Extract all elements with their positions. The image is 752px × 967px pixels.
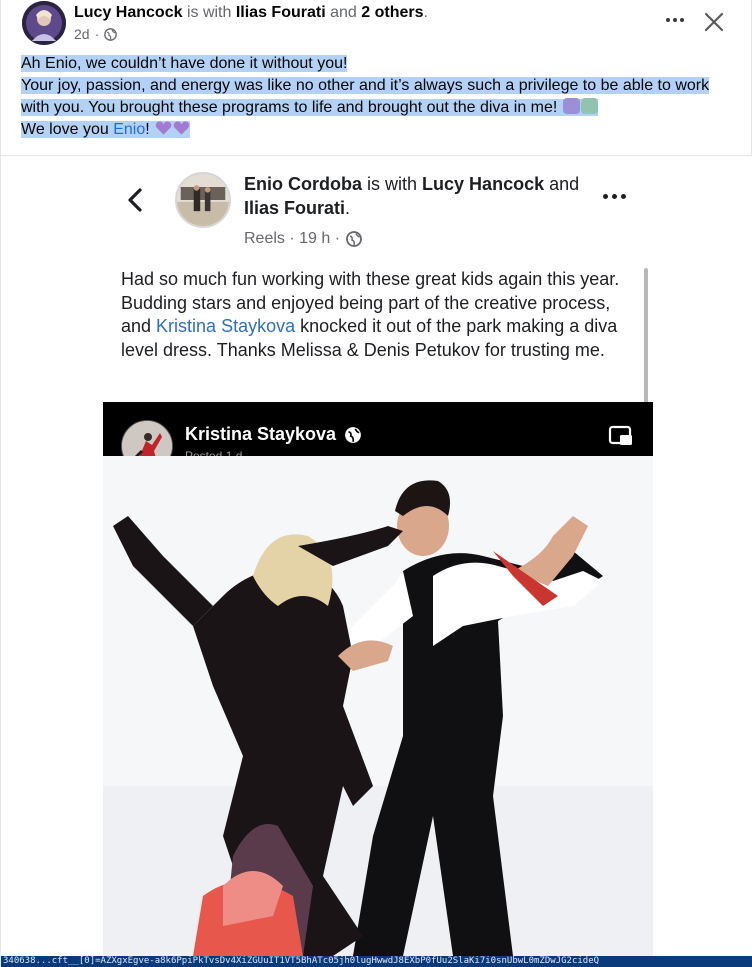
mention-enio[interactable]: Enio: [113, 121, 145, 138]
emoji-smile-icon: [580, 98, 598, 114]
close-icon[interactable]: [701, 9, 727, 35]
video-subtitle: Posted 1 d: [185, 449, 243, 456]
embed-tagged-user-2[interactable]: Ilias Fourati: [244, 198, 345, 218]
author-name[interactable]: Lucy Hancock: [74, 4, 182, 21]
embed-more-options-button[interactable]: [603, 194, 626, 199]
globe-icon[interactable]: [104, 27, 118, 41]
author-avatar[interactable]: [22, 1, 66, 45]
globe-icon: [346, 231, 362, 247]
video-author-name[interactable]: Kristina Staykova: [185, 424, 336, 445]
post-card: Lucy Hancock is with Ilias Fourati and 2…: [0, 0, 752, 967]
more-horizontal-icon: [603, 194, 608, 199]
url-strip: 340638...cft__[0]=AZXgxEgve-a8k6PpiPkTvs…: [1, 956, 752, 967]
embed-meta: Reels · 19 h ·: [244, 230, 362, 248]
tagged-user[interactable]: Ilias Fourati: [236, 4, 326, 21]
embed-caption: Had so much fun working with these great…: [121, 269, 620, 360]
post-text-line-1: Ah Enio, we couldn’t have done it withou…: [21, 55, 348, 72]
picture-in-picture-icon[interactable]: [608, 425, 634, 447]
more-horizontal-icon: [666, 18, 670, 22]
embed-tagged-user-1[interactable]: Lucy Hancock: [422, 174, 544, 194]
emoji-star-struck-icon: [562, 98, 580, 114]
post-meta: 2d ·: [74, 25, 118, 43]
post-text-line-2: Your joy, passion, and energy was like n…: [21, 77, 710, 116]
post-timestamp[interactable]: 2d: [74, 25, 90, 43]
video-header: Kristina Staykova Posted 1 d: [103, 402, 653, 472]
back-chevron-icon[interactable]: [125, 186, 145, 214]
shared-screenshot[interactable]: Enio Cordoba is with Lucy Hancock and Il…: [1, 156, 752, 956]
post-header: Lucy Hancock is with Ilias Fourati and 2…: [74, 4, 428, 21]
purple-heart-icon: [155, 121, 172, 135]
others-link[interactable]: 2 others: [361, 4, 423, 21]
purple-heart-icon: [173, 121, 190, 135]
video-author: Kristina Staykova: [185, 424, 362, 445]
post-text-line-3: We love you Enio!: [21, 121, 191, 138]
globe-icon: [345, 426, 361, 443]
embed-author-avatar[interactable]: [175, 172, 231, 228]
video-frame[interactable]: [103, 456, 653, 956]
post-message: Ah Enio, we couldn’t have done it withou…: [21, 53, 721, 141]
mention-kristina-staykova[interactable]: Kristina Staykova: [156, 316, 295, 336]
embed-author-name[interactable]: Enio Cordoba: [244, 174, 362, 194]
more-options-button[interactable]: [661, 8, 689, 32]
embed-header: Enio Cordoba is with Lucy Hancock and Il…: [244, 174, 580, 218]
